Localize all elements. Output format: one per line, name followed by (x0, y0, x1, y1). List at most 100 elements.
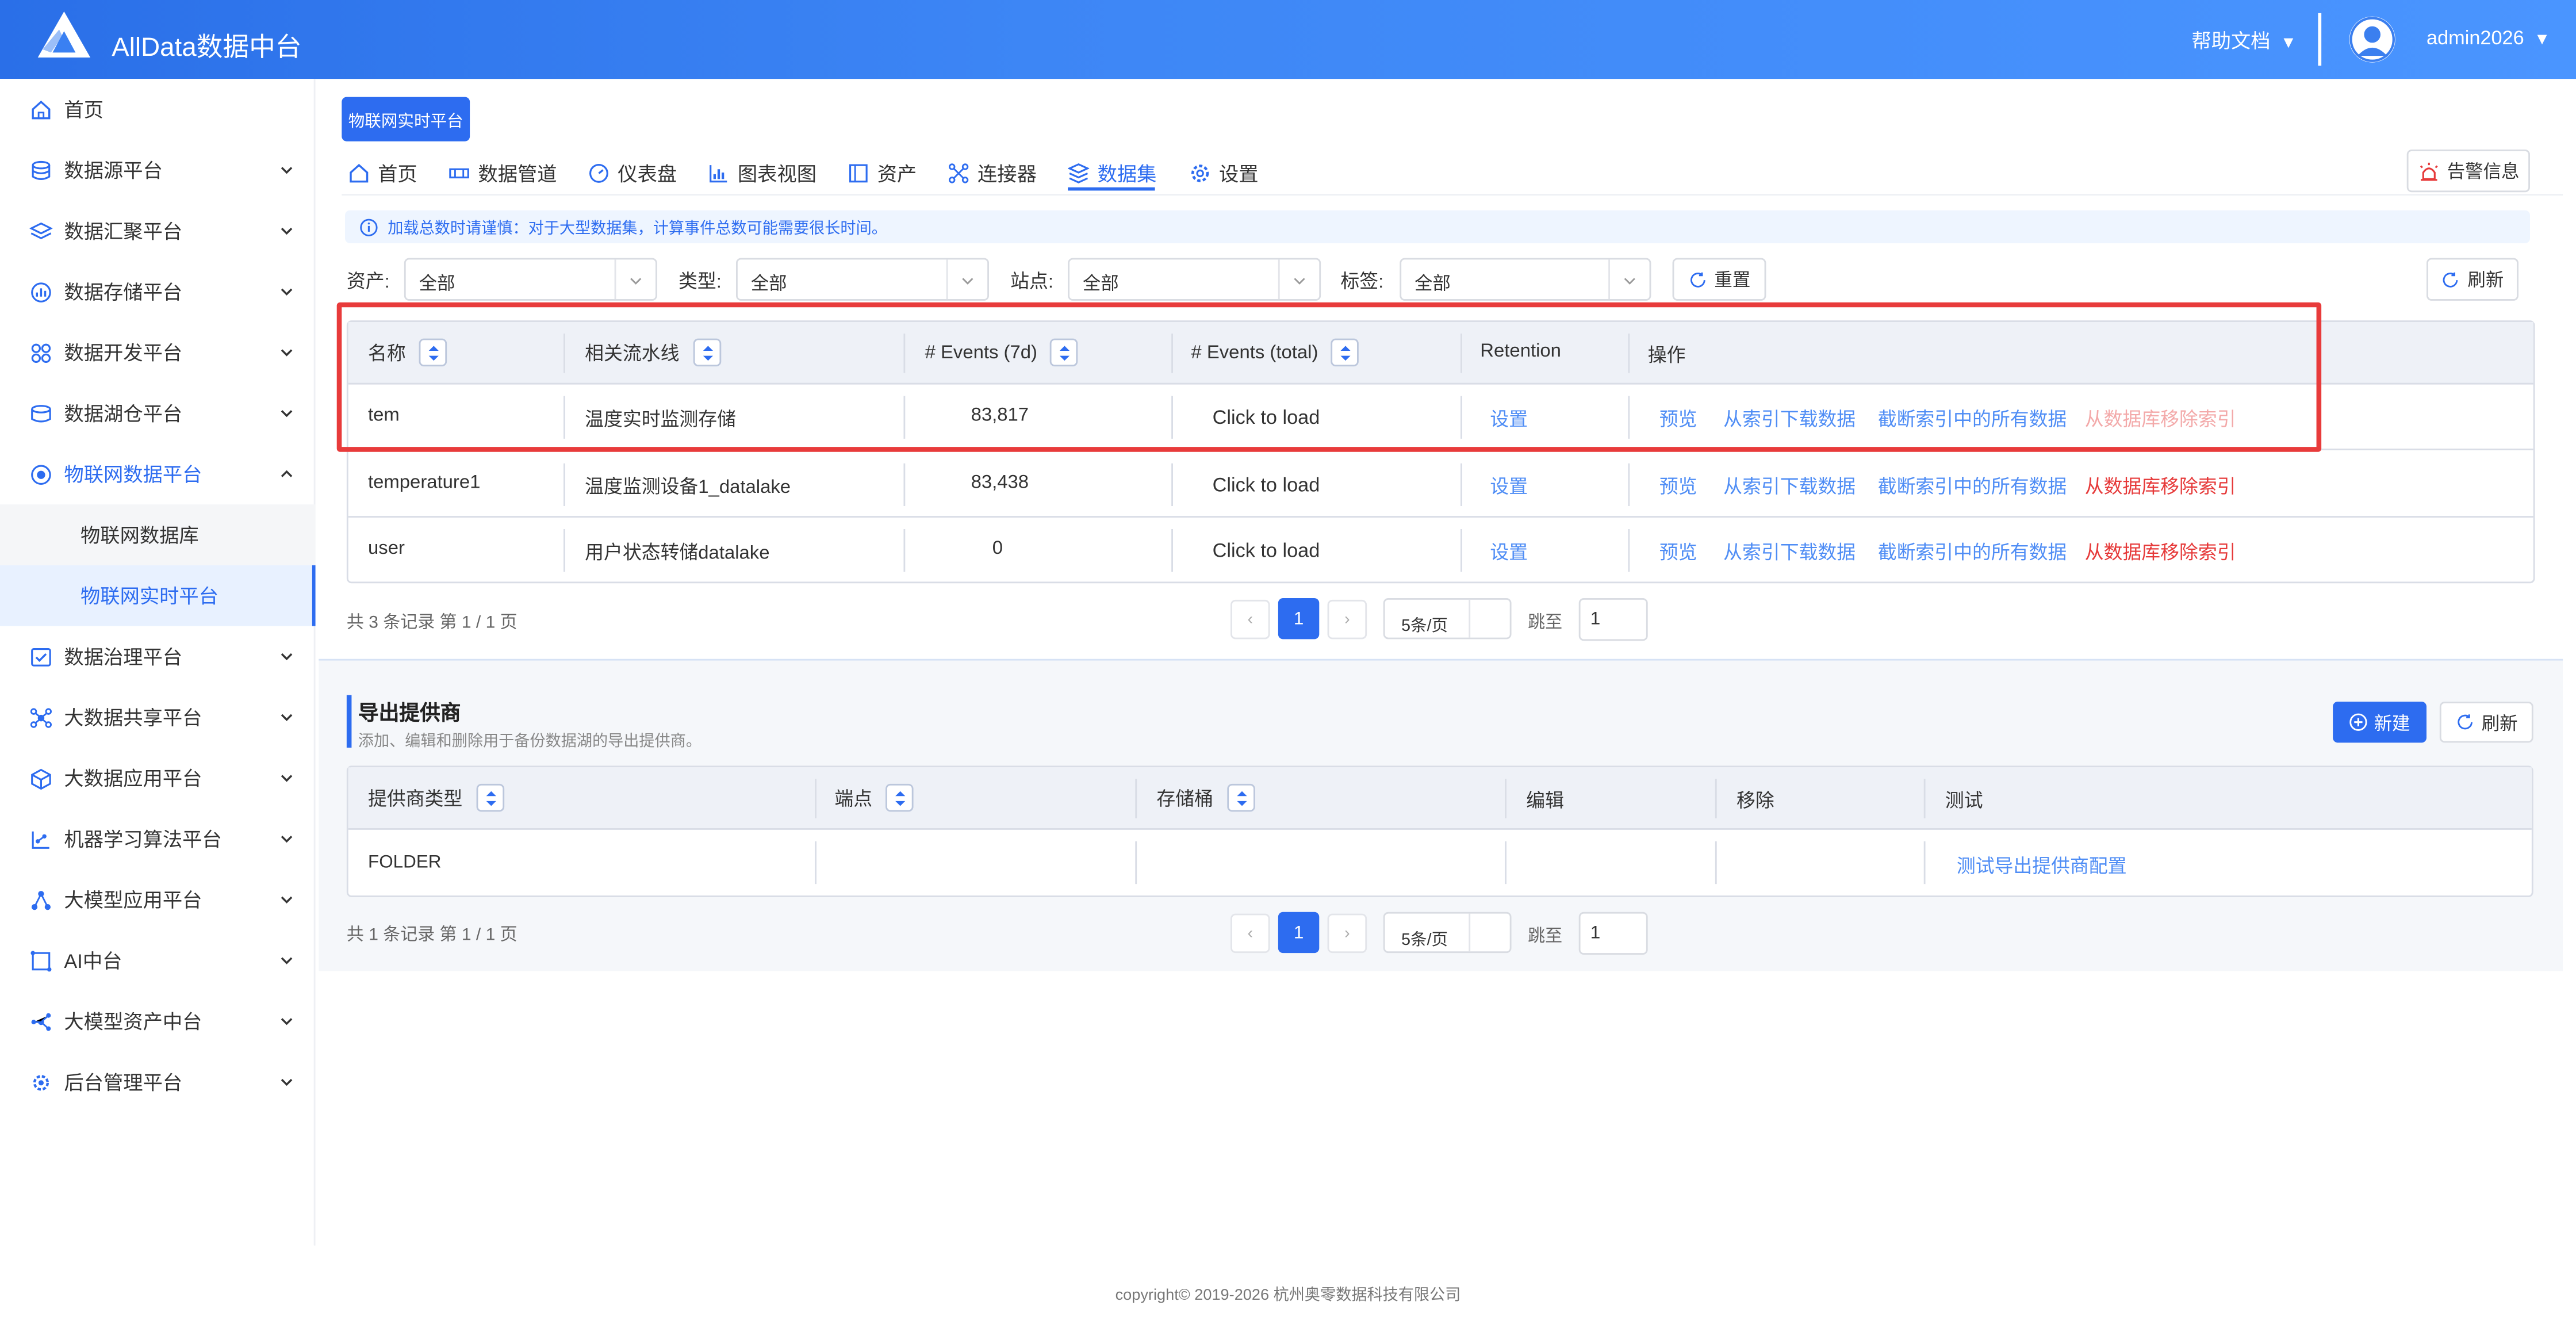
next-page-button[interactable]: › (1327, 599, 1367, 640)
truncate-data-link[interactable]: 截断索引中的所有数据 (1878, 539, 2067, 565)
sidebar-item-iot[interactable]: 物联网数据平台 (0, 443, 316, 504)
reset-button[interactable]: 重置 (1672, 258, 1766, 301)
download-data-link[interactable]: 从索引下载数据 (1723, 473, 1856, 500)
tab-pipeline[interactable]: 数据管道 (448, 156, 557, 189)
click-to-load-button[interactable]: Click to load (1213, 539, 1320, 562)
sort-icon[interactable] (692, 338, 720, 367)
asset-select[interactable]: 全部 (404, 258, 657, 301)
refresh-icon (2443, 271, 2458, 287)
export-refresh-button[interactable]: 刷新 (2439, 702, 2533, 743)
test-provider-link[interactable]: 测试导出提供商配置 (1957, 853, 2127, 879)
alarm-label: 告警信息 (2447, 162, 2520, 183)
chevron-down-icon (281, 349, 293, 357)
truncate-data-link[interactable]: 截断索引中的所有数据 (1878, 473, 2067, 500)
chevron-down-icon (630, 278, 642, 285)
sidebar-item-llm-app[interactable]: 大模型应用平台 (0, 869, 316, 930)
sidebar-item-ml[interactable]: 机器学习算法平台 (0, 809, 316, 870)
download-data-link[interactable]: 从索引下载数据 (1723, 539, 1856, 565)
sidebar-item-lakehouse[interactable]: 数据湖仓平台 (0, 383, 316, 444)
sort-icon[interactable] (885, 783, 914, 812)
help-docs-menu[interactable]: 帮助文档 ▼ (2191, 26, 2297, 55)
sidebar-item-admin[interactable]: 后台管理平台 (0, 1052, 316, 1113)
preview-link[interactable]: 预览 (1659, 406, 1697, 432)
preview-link[interactable]: 预览 (1659, 539, 1697, 565)
remove-index-link[interactable]: 从数据库移除索引 (2085, 406, 2236, 432)
share-icon (30, 707, 52, 728)
download-data-link[interactable]: 从索引下载数据 (1723, 406, 1856, 432)
sidebar-item-sharing[interactable]: 大数据共享平台 (0, 687, 316, 748)
sidebar-item-ai[interactable]: AI中台 (0, 930, 316, 991)
remove-index-link[interactable]: 从数据库移除索引 (2085, 473, 2236, 500)
sort-icon[interactable] (1226, 783, 1255, 812)
retention-settings-link[interactable]: 设置 (1490, 406, 1528, 432)
truncate-data-link[interactable]: 截断索引中的所有数据 (1878, 406, 2067, 432)
tab-connectors[interactable]: 连接器 (948, 156, 1037, 189)
column-header-name: 名称 (368, 338, 447, 367)
preview-link[interactable]: 预览 (1659, 473, 1697, 500)
copyright-text: copyright© 2019-2026 杭州奥零数据科技有限公司 (1115, 1287, 1461, 1305)
jump-page-input[interactable]: 1 (1578, 598, 1648, 641)
retention-settings-link[interactable]: 设置 (1490, 473, 1528, 500)
page-size-select[interactable]: 5条/页 (1383, 912, 1512, 954)
remove-index-link[interactable]: 从数据库移除索引 (2085, 539, 2236, 565)
click-to-load-button[interactable]: Click to load (1213, 406, 1320, 429)
retention-settings-link[interactable]: 设置 (1490, 539, 1528, 565)
sort-icon[interactable] (476, 783, 504, 812)
home-icon (32, 99, 51, 119)
sort-icon[interactable] (1331, 338, 1359, 367)
tab-home[interactable]: 首页 (348, 156, 417, 189)
page-size-value: 5条/页 (1401, 618, 1448, 636)
tab-dashboard[interactable]: 仪表盘 (588, 156, 677, 189)
site-select[interactable]: 全部 (1068, 258, 1321, 301)
sidebar-item-label: 后台管理平台 (64, 1071, 183, 1094)
click-to-load-button[interactable]: Click to load (1213, 473, 1320, 496)
new-provider-button[interactable]: 新建 (2333, 702, 2426, 743)
pipeline-icon (449, 167, 469, 178)
next-page-button[interactable]: › (1327, 913, 1367, 954)
sidebar-item-development[interactable]: 数据开发平台 (0, 322, 316, 383)
sidebar-item-label: AI中台 (64, 950, 122, 973)
alldata-logo-icon[interactable] (36, 10, 92, 59)
type-select[interactable]: 全部 (736, 258, 989, 301)
sidebar-item-storage[interactable]: 数据存储平台 (0, 261, 316, 322)
caret-down-icon: ▼ (2533, 31, 2551, 49)
tag-select[interactable]: 全部 (1400, 258, 1651, 301)
prev-page-button[interactable]: ‹ (1230, 913, 1270, 954)
current-page-button[interactable]: 1 (1278, 598, 1320, 640)
refresh-button[interactable]: 刷新 (2426, 258, 2518, 301)
sidebar-item-home[interactable]: 首页 (0, 79, 316, 140)
sidebar-subitem-iot-db[interactable]: 物联网数据库 (0, 504, 316, 565)
column-header-events-total: # Events (total) (1191, 338, 1359, 367)
chevron-down-icon (281, 410, 293, 418)
dataset-table: 名称 相关流水线 # Events (7d) # Events (total) … (346, 320, 2535, 584)
tab-settings[interactable]: 设置 (1190, 156, 1259, 189)
sort-icon[interactable] (1050, 338, 1079, 367)
sidebar-item-llm-asset[interactable]: 大模型资产中台 (0, 991, 316, 1052)
tab-assets[interactable]: 资产 (848, 156, 917, 189)
current-page-button[interactable]: 1 (1278, 912, 1320, 954)
sidebar-item-label: 大数据共享平台 (64, 706, 202, 730)
user-menu[interactable]: admin2026 ▼ (2426, 26, 2550, 49)
sidebar-subitem-label: 物联网数据库 (80, 524, 199, 548)
sidebar-item-aggregation[interactable]: 数据汇聚平台 (0, 201, 316, 262)
sidebar-subitem-iot-realtime[interactable]: 物联网实时平台 (0, 565, 316, 626)
user-avatar[interactable] (2349, 16, 2395, 63)
table-header (348, 767, 2532, 830)
sidebar-item-governance[interactable]: 数据治理平台 (0, 626, 316, 687)
tab-charts[interactable]: 图表视图 (708, 156, 816, 189)
export-provider-table: 提供商类型 端点 存储桶 编辑 移除 测试 FOLDER 测试导出提供商配置 (346, 765, 2533, 897)
prev-page-button[interactable]: ‹ (1230, 599, 1270, 640)
breadcrumb-chip[interactable]: 物联网实时平台 (342, 97, 470, 141)
jump-page-input[interactable]: 1 (1578, 912, 1648, 955)
sidebar-subitem-label: 物联网实时平台 (80, 585, 219, 608)
gear-icon (1191, 163, 1209, 182)
help-docs-label: 帮助文档 (2191, 29, 2271, 53)
sidebar-item-application[interactable]: 大数据应用平台 (0, 748, 316, 809)
sidebar-item-datasource[interactable]: 数据源平台 (0, 140, 316, 201)
caret-down-icon: ▼ (2280, 35, 2297, 53)
alarm-info-button[interactable]: 告警信息 (2406, 150, 2530, 193)
page-size-select[interactable]: 5条/页 (1383, 598, 1512, 640)
tab-datasets[interactable]: 数据集 (1068, 156, 1156, 189)
sort-icon[interactable] (419, 338, 447, 367)
new-label: 新建 (2374, 714, 2410, 734)
